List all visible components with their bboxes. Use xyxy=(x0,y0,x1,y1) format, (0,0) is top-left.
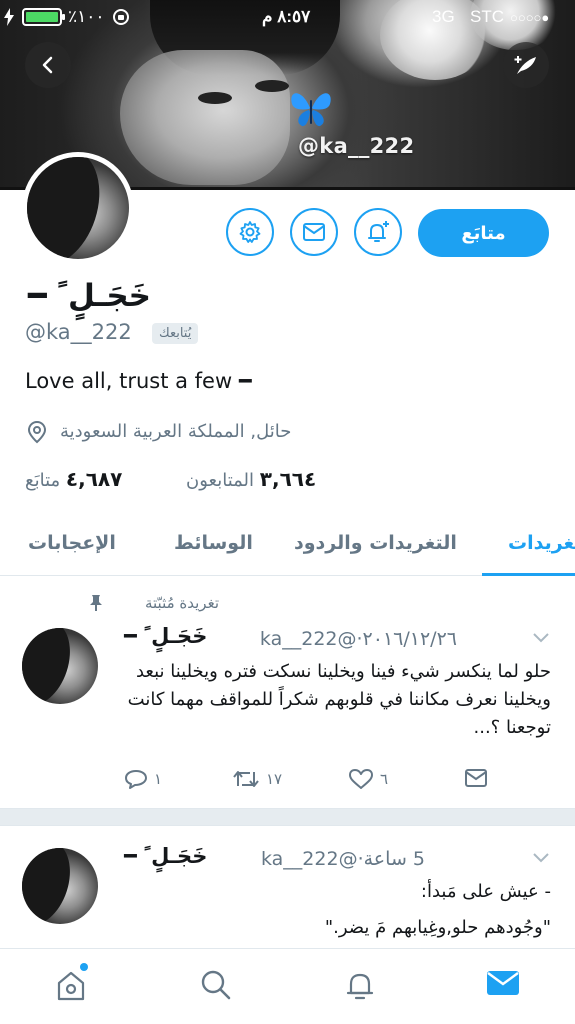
chevron-left-icon xyxy=(42,56,53,74)
banner-photo-eye xyxy=(255,80,289,92)
tweet-date: ٢٠١٦/١٢/٢٦ xyxy=(362,628,457,650)
active-tab-indicator xyxy=(482,573,575,576)
tweet-author: خَجَـلٍ ً ━ xyxy=(124,624,207,648)
display-name: خَجَـلٍ ً ━ xyxy=(28,278,152,314)
tweet-text-line: - عيش على مَبدأ: xyxy=(420,881,551,902)
tweet-handle: @ka__222 xyxy=(259,628,357,650)
back-button[interactable] xyxy=(25,42,71,88)
nav-home[interactable] xyxy=(55,969,87,1007)
envelope-icon xyxy=(465,769,487,787)
gear-icon xyxy=(239,221,261,243)
tweet-header: ٢٠١٦/١٢/٢٦·@ka__222 xyxy=(259,628,457,650)
bell-icon xyxy=(346,973,374,1000)
tab-tweets-replies[interactable]: التغريدات والردود xyxy=(294,532,457,554)
envelope-icon xyxy=(303,223,325,241)
compose-tweet-button[interactable] xyxy=(503,42,549,88)
tweet-author: خَجَـلٍ ً ━ xyxy=(124,844,207,868)
envelope-icon xyxy=(487,971,519,995)
tweet-handle: @ka__222 xyxy=(261,848,358,870)
compose-feather-icon xyxy=(514,56,536,74)
nav-search[interactable] xyxy=(200,969,232,1005)
following-label: متابَع xyxy=(25,470,61,491)
profile-avatar[interactable] xyxy=(22,152,134,264)
profile-location: حائل, المملكة العربية السعودية xyxy=(60,421,292,442)
profile-handle: @ka__222 xyxy=(25,320,132,344)
location-pin-icon xyxy=(27,420,47,444)
carrier-name: STC xyxy=(470,7,504,26)
tab-tweets[interactable]: تغريدات xyxy=(508,532,575,554)
like-button[interactable]: ٦ xyxy=(348,768,388,790)
tweet-header: 5 ساعة·@ka__222 xyxy=(261,848,425,870)
battery-icon xyxy=(22,8,65,26)
battery-percent: ٪١٠٠ xyxy=(68,7,105,26)
home-icon xyxy=(57,971,85,1001)
notifications-button[interactable] xyxy=(354,208,402,256)
banner-photo-eye xyxy=(198,92,232,104)
retweet-button[interactable]: ١٧ xyxy=(232,768,282,790)
reply-count: ١ xyxy=(154,770,163,788)
tweet-author-name: خَجَـلٍ ً ━ xyxy=(124,624,208,648)
retweet-count: ١٧ xyxy=(266,770,283,788)
tweet-divider xyxy=(0,808,575,826)
charging-bolt-icon xyxy=(4,8,14,26)
butterfly-icon xyxy=(291,93,331,127)
tab-media[interactable]: الوسائط xyxy=(174,532,253,554)
pin-icon xyxy=(90,595,102,611)
pinned-tweet-label: تغريدة مُثبّتة xyxy=(144,594,219,612)
tab-likes[interactable]: الإعجابات xyxy=(28,532,116,554)
message-button[interactable] xyxy=(290,208,338,256)
following-button[interactable]: متابَع xyxy=(418,209,549,257)
status-bar: ٪١٠٠ ٨:٥٧ م 3G STC ○○○○● xyxy=(0,0,575,34)
tweet-author-name: خَجَـلٍ ً ━ xyxy=(124,844,208,868)
signal-icon: ○○○○● xyxy=(510,10,550,25)
new-content-dot xyxy=(80,963,88,971)
chevron-down-icon[interactable] xyxy=(532,632,550,644)
bottom-navigation xyxy=(0,948,575,1024)
follows-you-badge: يُتابعك xyxy=(152,323,199,344)
reply-icon xyxy=(125,770,147,789)
reply-button[interactable]: ١ xyxy=(124,768,162,790)
followers-label: المتابعون xyxy=(186,470,255,491)
followers-stat[interactable]: ٣,٦٦٤ المتابعون xyxy=(186,467,316,491)
settings-button[interactable] xyxy=(226,208,274,256)
following-count: ٤,٦٨٧ xyxy=(65,467,123,491)
nav-notifications[interactable] xyxy=(344,969,376,1007)
heart-icon xyxy=(349,769,373,789)
network-type: 3G xyxy=(432,7,455,26)
tweet-avatar[interactable] xyxy=(22,848,98,924)
followers-count: ٣,٦٦٤ xyxy=(259,467,317,491)
profile-bio: Love all, trust a few ━ xyxy=(25,369,252,393)
chevron-down-icon[interactable] xyxy=(532,852,550,864)
tweet-text: حلو لما ينكسر شيء فينا ويخلينا نسكت فتره… xyxy=(127,661,551,738)
nav-messages[interactable] xyxy=(486,969,520,1001)
tweet-avatar[interactable] xyxy=(22,628,98,704)
tweet-date: 5 ساعة xyxy=(363,848,425,870)
bell-plus-icon xyxy=(368,221,389,242)
like-count: ٦ xyxy=(380,770,389,788)
tweet-text-line: "وجُودهم حلو,وغِيابهم مَ يضر." xyxy=(324,917,551,938)
search-icon xyxy=(201,970,231,1000)
direct-message-button[interactable] xyxy=(464,768,488,788)
banner-photo-face xyxy=(120,50,290,185)
profile-tabs: تغريدات التغريدات والردود الوسائط الإعجا… xyxy=(0,518,575,576)
clock: ٨:٥٧ م xyxy=(262,7,311,26)
retweet-icon xyxy=(233,771,259,787)
following-stat[interactable]: ٤,٦٨٧ متابَع xyxy=(25,467,122,491)
rotation-lock-icon xyxy=(113,9,129,25)
banner-handle-text: @ka__222 xyxy=(298,134,415,158)
